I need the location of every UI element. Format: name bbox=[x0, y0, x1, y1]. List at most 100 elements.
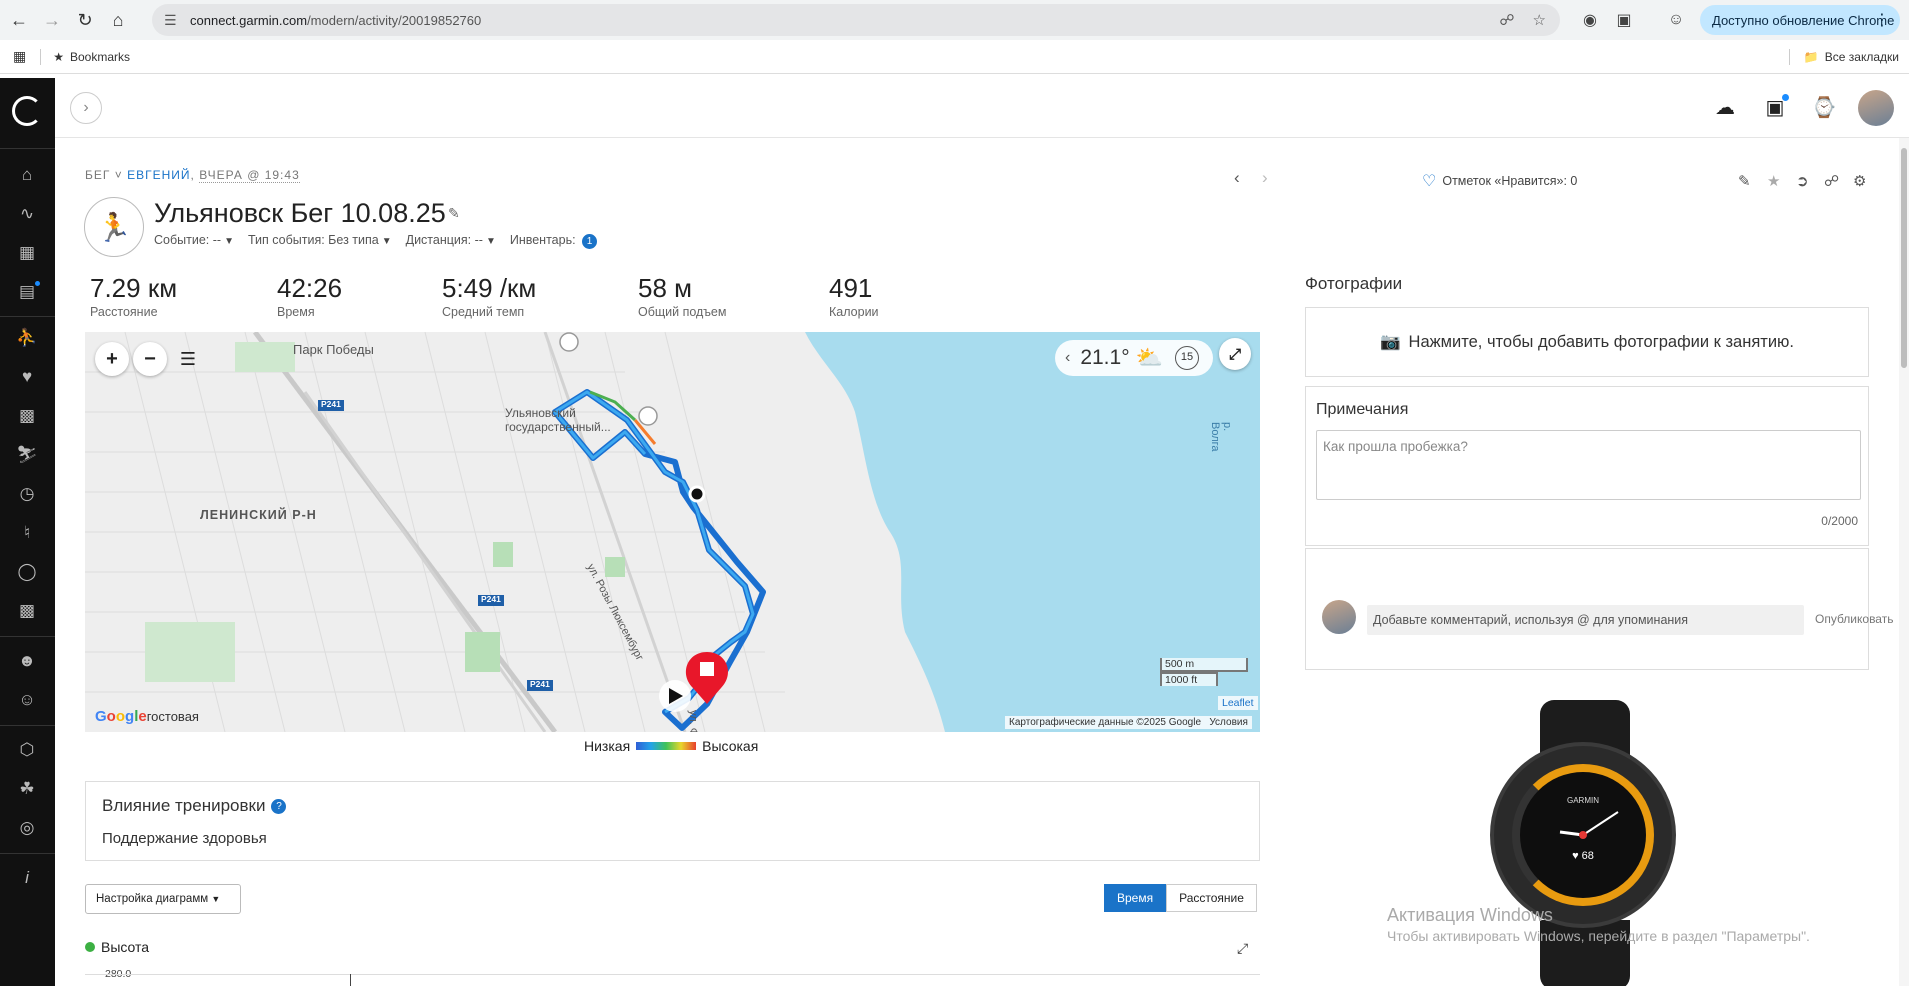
insights-nav-icon[interactable]: ◯ bbox=[14, 561, 40, 583]
url-host: connect.garmin.com bbox=[190, 12, 308, 28]
legend-gradient bbox=[636, 742, 697, 750]
gear-shoe-nav-icon[interactable]: ♮ bbox=[14, 522, 40, 544]
news-nav-icon[interactable]: ▤ bbox=[14, 281, 40, 303]
breadcrumb: БЕГ ˅ ЕВГЕНИЙ, ВЧЕРА @ 19:43 bbox=[85, 168, 300, 183]
apps-grid-icon[interactable]: ▦ bbox=[13, 48, 26, 65]
page-scrollbar[interactable] bbox=[1899, 138, 1909, 986]
share-icon[interactable]: ➲ bbox=[1796, 172, 1809, 190]
back-icon[interactable]: ← bbox=[5, 6, 33, 34]
health-nav-icon[interactable]: ♥ bbox=[14, 366, 40, 388]
profile-icon[interactable]: ☺ bbox=[1664, 8, 1688, 32]
district-label: ЛЕНИНСКИЙ Р-Н bbox=[200, 508, 317, 522]
heart-icon: ♡ bbox=[1422, 173, 1437, 190]
street-label-2: ул. Ф bbox=[687, 710, 699, 732]
inbox-icon[interactable]: ▣ bbox=[1761, 94, 1789, 122]
all-bookmarks[interactable]: 📁 Все закладки bbox=[1788, 49, 1899, 65]
publish-button[interactable]: Опубликовать bbox=[1815, 612, 1893, 626]
zoom-out-button[interactable]: − bbox=[133, 342, 167, 376]
folder-icon: 📁 bbox=[1803, 50, 1819, 64]
likes-label: Отметок «Нравится»: 0 bbox=[1442, 174, 1578, 188]
info-nav-icon[interactable]: i bbox=[14, 867, 40, 889]
running-icon[interactable]: 🏃 bbox=[84, 197, 144, 257]
activity-type[interactable]: БЕГ bbox=[85, 168, 110, 182]
distance-toggle-button[interactable]: Расстояние bbox=[1166, 884, 1257, 912]
fullscreen-icon[interactable]: ⤢ bbox=[1219, 338, 1251, 370]
bookmarks-folder[interactable]: ★ Bookmarks bbox=[53, 50, 130, 64]
edit-icon[interactable]: ✎ bbox=[1738, 172, 1751, 190]
home-nav-icon[interactable]: ⌂ bbox=[14, 164, 40, 186]
training-value: Поддержание здоровья bbox=[102, 830, 267, 847]
address-bar[interactable]: ☰ connect.garmin.com/modern/activity/200… bbox=[152, 4, 1560, 36]
privacy-lock-icon[interactable]: ☍ bbox=[1824, 172, 1839, 190]
translate-icon[interactable]: ☍ bbox=[1499, 11, 1514, 29]
next-activity-icon[interactable]: › bbox=[1262, 168, 1268, 188]
edit-title-icon[interactable]: ✎ bbox=[448, 205, 460, 222]
menu-dots-icon[interactable]: ⋮ bbox=[1874, 10, 1890, 30]
chart-settings-dropdown[interactable]: Настройка диаграмм ▼ bbox=[85, 884, 241, 914]
avatar[interactable] bbox=[1858, 90, 1894, 126]
time-toggle-button[interactable]: Время bbox=[1104, 884, 1167, 912]
connections-nav-icon[interactable]: ☻ bbox=[14, 650, 40, 672]
comments-panel: Добавьте комментарий, используя @ для уп… bbox=[1305, 548, 1893, 670]
expand-chart-icon[interactable]: ⤢ bbox=[1237, 940, 1248, 957]
map-attribution: Картографические данные ©2025 Google Усл… bbox=[1005, 716, 1252, 729]
distance-dropdown[interactable]: Дистанция: -- ▼ bbox=[406, 233, 496, 249]
layers-icon[interactable]: ☰ bbox=[171, 342, 205, 376]
road-shield-2: P241 bbox=[481, 594, 501, 604]
gear-link[interactable]: Инвентарь: 1 bbox=[510, 233, 598, 249]
activities-nav-icon[interactable]: ⛹ bbox=[14, 327, 40, 349]
likes-button[interactable]: ♡ Отметок «Нравится»: 0 bbox=[1422, 171, 1577, 191]
user-link[interactable]: ЕВГЕНИЙ bbox=[127, 168, 190, 182]
help-icon[interactable]: ? bbox=[271, 799, 287, 815]
stat-pace: 5:49 /км Средний темп bbox=[442, 273, 537, 319]
event-type-dropdown[interactable]: Тип события: Без типа ▼ bbox=[248, 233, 392, 249]
upload-icon[interactable]: ☁ bbox=[1711, 94, 1739, 122]
trends-nav-icon[interactable]: ∿ bbox=[14, 203, 40, 225]
gear-count-badge: 1 bbox=[582, 234, 598, 249]
training-nav-icon[interactable]: ⛷ bbox=[14, 444, 40, 466]
groups-nav-icon[interactable]: ☺ bbox=[14, 689, 40, 711]
home-icon[interactable]: ⌂ bbox=[104, 6, 132, 34]
weather-widget[interactable]: ‹ 21.1° ⛅ 15 bbox=[1055, 340, 1213, 376]
comment-input[interactable]: Добавьте комментарий, используя @ для уп… bbox=[1367, 605, 1804, 635]
leaflet-link[interactable]: Leaflet bbox=[1218, 696, 1258, 710]
zoom-in-button[interactable]: + bbox=[95, 342, 129, 376]
activity-map[interactable]: + − ☰ ‹ 21.1° ⛅ 15 ⤢ Парк Победы Ульянов… bbox=[85, 332, 1260, 732]
add-photos-button[interactable]: 📷 Нажмите, чтобы добавить фотографии к з… bbox=[1305, 307, 1869, 377]
device-icon[interactable]: ⌚ bbox=[1810, 94, 1838, 122]
update-label: Доступно обновление Chrome bbox=[1712, 12, 1895, 28]
map-scale: 500 m 1000 ft bbox=[1160, 658, 1248, 686]
goals-nav-icon[interactable]: ◎ bbox=[14, 817, 40, 839]
favorite-star-icon[interactable]: ★ bbox=[1767, 172, 1780, 190]
site-info-icon[interactable]: ☰ bbox=[164, 12, 184, 29]
windows-activation-watermark: Активация Windows Чтобы активировать Win… bbox=[1387, 905, 1810, 944]
expand-sidebar-button[interactable]: › bbox=[70, 92, 102, 124]
calendar-nav-icon[interactable]: ▦ bbox=[14, 242, 40, 264]
chrome-update-button[interactable]: Доступно обновление Chrome ⋮ bbox=[1700, 5, 1900, 35]
timer-nav-icon[interactable]: ◷ bbox=[14, 483, 40, 505]
top-app-bar: › ☁ ▣ ⌚ bbox=[55, 78, 1909, 138]
reload-icon[interactable]: ↻ bbox=[71, 6, 99, 34]
bookmark-star-icon[interactable]: ☆ bbox=[1533, 11, 1546, 29]
event-dropdown[interactable]: Событие: -- ▼ bbox=[154, 233, 234, 249]
reports-nav-icon[interactable]: ▩ bbox=[14, 600, 40, 622]
bookmarks-bar: ▦ ★ Bookmarks 📁 Все закладки bbox=[0, 40, 1909, 74]
prev-activity-icon[interactable]: ‹ bbox=[1234, 168, 1240, 188]
garmin-logo-icon[interactable] bbox=[12, 96, 42, 126]
badges-nav-icon[interactable]: ⬡ bbox=[14, 739, 40, 761]
notes-textarea[interactable]: Как прошла пробежка? bbox=[1316, 430, 1861, 500]
camera-icon: 📷 bbox=[1380, 332, 1401, 351]
terms-link[interactable]: Условия bbox=[1209, 717, 1248, 728]
browser-toolbar: ← → ↻ ⌂ ☰ connect.garmin.com/modern/acti… bbox=[0, 0, 1909, 40]
stat-time: 42:26 Время bbox=[277, 273, 343, 319]
challenges-nav-icon[interactable]: ☘ bbox=[14, 778, 40, 800]
forward-icon[interactable]: → bbox=[38, 6, 66, 34]
stat-elevation: 58 м Общий подъем bbox=[638, 273, 727, 319]
puzzle-icon[interactable]: ▣ bbox=[1612, 8, 1636, 32]
stat-calories: 491 Калории bbox=[829, 273, 879, 319]
stats-nav-icon[interactable]: ▩ bbox=[14, 405, 40, 427]
scale-meters: 500 m bbox=[1160, 658, 1248, 672]
extension-icon[interactable]: ◉ bbox=[1578, 8, 1602, 32]
notes-heading: Примечания bbox=[1316, 401, 1409, 418]
settings-gear-icon[interactable]: ⚙ bbox=[1853, 172, 1866, 190]
